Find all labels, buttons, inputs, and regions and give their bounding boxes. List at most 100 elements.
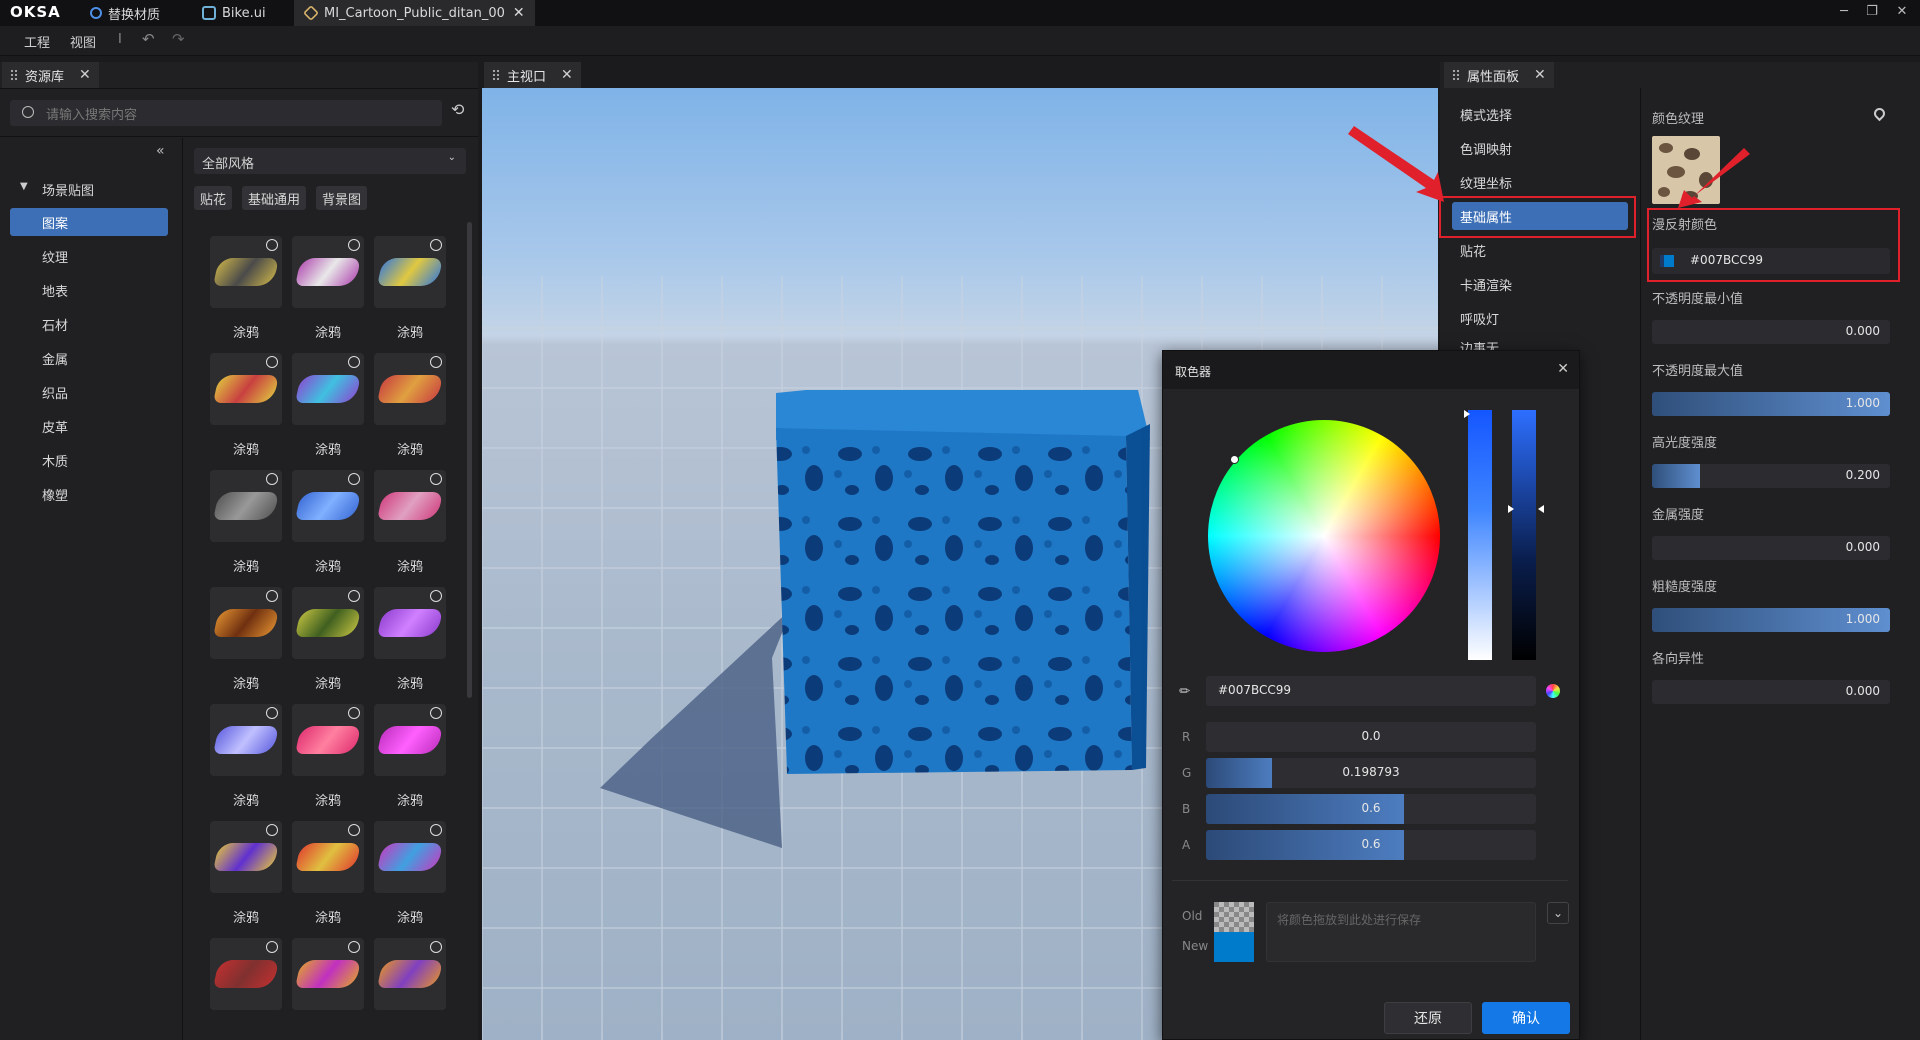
zoom-icon[interactable] (348, 239, 360, 251)
zoom-icon[interactable] (348, 824, 360, 836)
property-slider[interactable]: 0.000 (1652, 320, 1890, 344)
category-item[interactable]: 地表 (10, 276, 168, 304)
zoom-icon[interactable] (430, 941, 442, 953)
value-marker[interactable] (1508, 505, 1514, 513)
zoom-icon[interactable] (266, 590, 278, 602)
zoom-icon[interactable] (430, 707, 442, 719)
asset-thumbnail[interactable] (292, 704, 364, 776)
close-icon[interactable]: ✕ (1557, 361, 1569, 377)
asset-thumbnail[interactable] (292, 470, 364, 542)
saturation-marker[interactable] (1464, 410, 1470, 418)
zoom-icon[interactable] (430, 824, 442, 836)
asset-thumbnail[interactable] (210, 470, 282, 542)
asset-thumbnail[interactable] (374, 938, 446, 1010)
category-item[interactable]: 织品 (10, 378, 168, 406)
chevron-down-icon[interactable]: ▼ (20, 181, 28, 192)
tree-root[interactable]: 场景贴图 (42, 180, 94, 199)
channel-slider[interactable]: 0.0 (1206, 722, 1536, 752)
zoom-icon[interactable] (430, 590, 442, 602)
value-marker-right[interactable] (1538, 505, 1544, 513)
menu-view[interactable]: 视图 (70, 32, 96, 51)
asset-thumbnail[interactable] (292, 353, 364, 425)
section-item[interactable]: 贴花 (1442, 236, 1628, 264)
confirm-button[interactable]: 确认 (1482, 1002, 1570, 1034)
zoom-icon[interactable] (266, 824, 278, 836)
asset-thumbnail[interactable] (374, 236, 446, 308)
zoom-icon[interactable] (348, 941, 360, 953)
tab-material[interactable]: MI_Cartoon_Public_ditan_00 ✕ (294, 0, 535, 26)
zoom-icon[interactable] (348, 590, 360, 602)
close-icon[interactable]: ✕ (513, 5, 525, 21)
asset-thumbnail[interactable] (210, 353, 282, 425)
channel-slider[interactable]: 0.6 (1206, 794, 1536, 824)
close-icon[interactable]: ✕ (79, 67, 91, 83)
asset-thumbnail[interactable] (374, 587, 446, 659)
asset-thumbnail[interactable] (210, 587, 282, 659)
filter-decal[interactable]: 贴花 (194, 186, 233, 210)
category-item[interactable]: 皮革 (10, 412, 168, 440)
asset-thumbnail[interactable] (374, 704, 446, 776)
wheel-cursor[interactable] (1230, 455, 1239, 464)
asset-thumbnail[interactable] (210, 236, 282, 308)
section-item[interactable]: 边事无 (1442, 338, 1628, 350)
asset-thumbnail[interactable] (292, 821, 364, 893)
chevron-down-icon[interactable]: ⌄ (1547, 902, 1569, 924)
collapse-icon[interactable]: « (156, 143, 165, 159)
tab-replace-material[interactable]: 替换材质 (80, 0, 170, 26)
asset-thumbnail[interactable] (292, 587, 364, 659)
filter-background[interactable]: 背景图 (316, 186, 368, 210)
property-slider[interactable]: 0.000 (1652, 536, 1890, 560)
close-icon[interactable]: ✕ (561, 67, 573, 83)
zoom-icon[interactable] (266, 941, 278, 953)
style-dropdown[interactable]: 全部风格 ⌄ (194, 148, 466, 174)
asset-thumbnail[interactable] (374, 470, 446, 542)
asset-thumbnail[interactable] (292, 938, 364, 1010)
menu-project[interactable]: 工程 (24, 32, 50, 51)
zoom-icon[interactable] (266, 356, 278, 368)
palette-icon[interactable] (1546, 684, 1560, 698)
saved-colors-dropzone[interactable]: 将颜色拖放到此处进行保存 (1266, 902, 1536, 962)
property-slider[interactable]: 1.000 (1652, 392, 1890, 416)
zoom-icon[interactable] (348, 356, 360, 368)
tab-bike-ui[interactable]: Bike.ui (192, 0, 276, 26)
category-item[interactable]: 纹理 (10, 242, 168, 270)
undo-icon[interactable]: ↶ (142, 30, 155, 48)
zoom-icon[interactable] (348, 707, 360, 719)
property-slider[interactable]: 0.200 (1652, 464, 1890, 488)
property-slider[interactable]: 1.000 (1652, 608, 1890, 632)
minimize-icon[interactable]: ─ (1830, 0, 1858, 26)
close-icon[interactable]: ✕ (1534, 67, 1546, 83)
color-wheel[interactable] (1208, 420, 1440, 652)
redo-icon[interactable]: ↷ (172, 30, 185, 48)
filter-basic[interactable]: 基础通用 (242, 186, 307, 210)
tab-properties[interactable]: 属性面板 ✕ (1444, 62, 1554, 88)
asset-thumbnail[interactable] (374, 821, 446, 893)
category-item[interactable]: 石材 (10, 310, 168, 338)
channel-slider[interactable]: 0.198793 (1206, 758, 1536, 788)
saturation-bar[interactable] (1468, 410, 1492, 660)
asset-thumbnail[interactable] (292, 236, 364, 308)
asset-thumbnail[interactable] (210, 704, 282, 776)
asset-thumbnail[interactable] (374, 353, 446, 425)
zoom-icon[interactable] (430, 356, 442, 368)
zoom-icon[interactable] (430, 473, 442, 485)
search-input[interactable]: 请输入搜索内容 (10, 100, 442, 126)
channel-slider[interactable]: 0.6 (1206, 830, 1536, 860)
tab-assets[interactable]: 资源库 ✕ (2, 62, 99, 88)
section-item[interactable]: 卡通渲染 (1442, 270, 1628, 298)
scrollbar[interactable] (467, 222, 472, 698)
category-item[interactable]: 橡塑 (10, 480, 168, 508)
asset-thumbnail[interactable] (210, 821, 282, 893)
property-slider[interactable]: 0.000 (1652, 680, 1890, 704)
category-item[interactable]: 木质 (10, 446, 168, 474)
asset-thumbnail[interactable] (210, 938, 282, 1010)
zoom-icon[interactable] (430, 239, 442, 251)
zoom-icon[interactable] (266, 473, 278, 485)
zoom-icon[interactable] (266, 707, 278, 719)
category-item[interactable]: 图案 (10, 208, 168, 236)
category-item[interactable]: 金属 (10, 344, 168, 372)
reset-button[interactable]: 还原 (1384, 1002, 1472, 1034)
restore-icon[interactable]: ❐ (1858, 0, 1886, 26)
close-window-icon[interactable]: ✕ (1888, 0, 1916, 26)
hex-input[interactable]: #007BCC99 (1206, 676, 1536, 706)
